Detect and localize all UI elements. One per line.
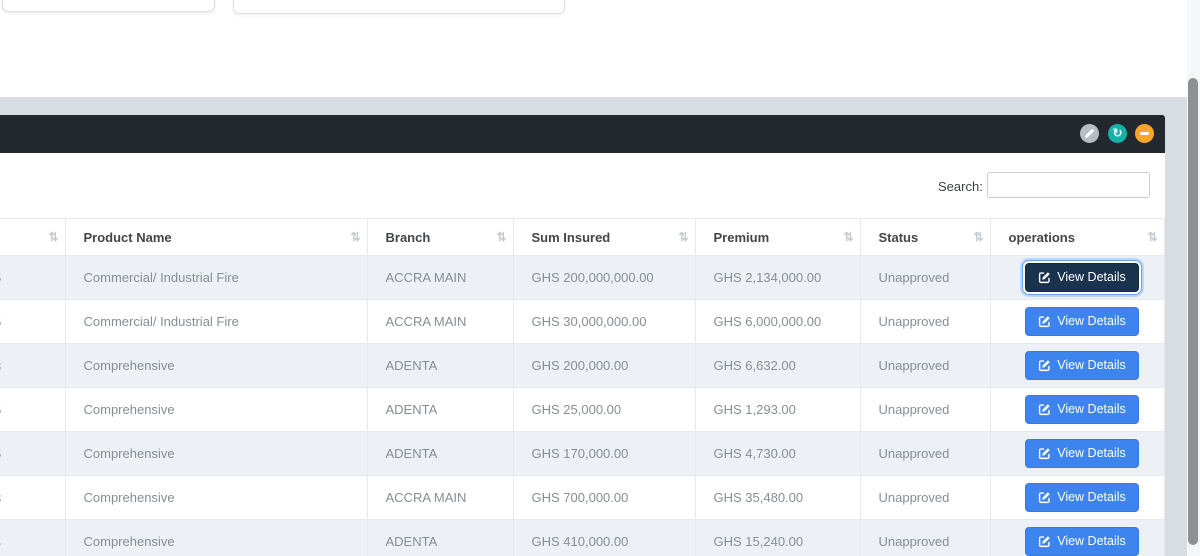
top-card-right [233,0,565,14]
column-header-branch[interactable]: Branch⇅ [367,219,513,256]
view-details-button[interactable]: View Details [1025,483,1139,512]
premium-cell: GHS 35,480.00 [695,476,860,520]
product-cell: Comprehensive [65,476,367,520]
table-row: 5 Commercial/ Industrial Fire ACCRA MAIN… [0,300,1164,344]
edit-icon [1038,315,1051,328]
refresh-glyph: ↻ [1112,127,1122,139]
sort-icon[interactable]: ⇅ [1147,230,1156,244]
branch-cell: ADENTA [367,388,513,432]
table-row: 3 Comprehensive ACCRA MAIN GHS 700,000.0… [0,476,1164,520]
sum-insured-cell: GHS 200,000,000.00 [513,256,695,300]
table-row: 4 Comprehensive ADENTA GHS 410,000.00 GH… [0,520,1164,556]
view-details-button[interactable]: View Details [1025,351,1139,380]
column-header-status[interactable]: Status⇅ [860,219,990,256]
view-details-button[interactable]: View Details [1025,439,1139,468]
status-cell: Unapproved [860,432,990,476]
premium-cell: GHS 2,134,000.00 [695,256,860,300]
edit-icon [1038,535,1051,548]
panel-header-bar: ↻ [0,115,1165,153]
view-details-button[interactable]: View Details [1025,307,1139,336]
product-cell: Comprehensive [65,344,367,388]
premium-cell: GHS 15,240.00 [695,520,860,556]
branch-cell: ACCRA MAIN [367,256,513,300]
sum-insured-cell: GHS 410,000.00 [513,520,695,556]
sum-insured-cell: GHS 170,000.00 [513,432,695,476]
sort-icon[interactable]: ⇅ [496,230,505,244]
status-cell: Unapproved [860,476,990,520]
edit-icon [1038,359,1051,372]
policy-id-cell: 3 [0,344,65,388]
sort-icon[interactable]: ⇅ [843,230,852,244]
premium-cell: GHS 6,632.00 [695,344,860,388]
table-row: 3 Comprehensive ADENTA GHS 200,000.00 GH… [0,344,1164,388]
branch-cell: ACCRA MAIN [367,300,513,344]
branch-cell: ACCRA MAIN [367,476,513,520]
sort-icon[interactable]: ⇅ [678,230,687,244]
search-label: Search: [938,179,983,194]
column-header-premium[interactable]: Premium⇅ [695,219,860,256]
policies-table: ⇅ Product Name⇅ Branch⇅ Sum Insured⇅ Pre… [0,218,1164,556]
edit-icon [1038,447,1051,460]
sort-icon[interactable]: ⇅ [350,230,359,244]
premium-cell: GHS 6,000,000.00 [695,300,860,344]
sum-insured-cell: GHS 30,000,000.00 [513,300,695,344]
status-cell: Unapproved [860,520,990,556]
top-card-left [2,0,215,12]
column-header-product-name[interactable]: Product Name⇅ [65,219,367,256]
search-input[interactable] [987,172,1150,198]
product-cell: Commercial/ Industrial Fire [65,256,367,300]
branch-cell: ADENTA [367,520,513,556]
table-row: 5 Comprehensive ADENTA GHS 170,000.00 GH… [0,432,1164,476]
status-cell: Unapproved [860,256,990,300]
premium-cell: GHS 1,293.00 [695,388,860,432]
column-header-operations[interactable]: operations⇅ [990,219,1164,256]
column-header-id[interactable]: ⇅ [0,219,65,256]
pencil-glyph [1085,129,1095,139]
collapse-icon[interactable] [1135,124,1154,143]
scrollbar-thumb[interactable] [1188,78,1198,545]
premium-cell: GHS 4,730.00 [695,432,860,476]
policy-id-cell: 5 [0,300,65,344]
view-details-button[interactable]: View Details [1025,263,1139,292]
product-cell: Comprehensive [65,388,367,432]
status-cell: Unapproved [860,300,990,344]
sum-insured-cell: GHS 25,000.00 [513,388,695,432]
refresh-icon[interactable]: ↻ [1108,124,1127,143]
edit-icon[interactable] [1080,124,1099,143]
column-header-sum-insured[interactable]: Sum Insured⇅ [513,219,695,256]
policy-id-cell: 5 [0,432,65,476]
product-cell: Comprehensive [65,432,367,476]
view-details-button[interactable]: View Details [1025,527,1139,556]
scrollbar-track [1187,0,1200,556]
sum-insured-cell: GHS 200,000.00 [513,344,695,388]
minus-glyph [1140,132,1149,135]
screen: ↻ Search: ⇅ Product Name⇅ Branch⇅ Sum In… [0,0,1200,556]
edit-icon [1038,403,1051,416]
sort-icon[interactable]: ⇅ [973,230,982,244]
table-header-row: ⇅ Product Name⇅ Branch⇅ Sum Insured⇅ Pre… [0,219,1164,256]
status-cell: Unapproved [860,388,990,432]
status-cell: Unapproved [860,344,990,388]
edit-icon [1038,491,1051,504]
policy-id-cell: 5 [0,388,65,432]
view-details-button[interactable]: View Details [1025,395,1139,424]
edit-icon [1038,271,1051,284]
branch-cell: ADENTA [367,344,513,388]
branch-cell: ADENTA [367,432,513,476]
product-cell: Comprehensive [65,520,367,556]
sum-insured-cell: GHS 700,000.00 [513,476,695,520]
product-cell: Commercial/ Industrial Fire [65,300,367,344]
table-row: 5 Commercial/ Industrial Fire ACCRA MAIN… [0,256,1164,300]
policy-id-cell: 4 [0,520,65,556]
table-row: 5 Comprehensive ADENTA GHS 25,000.00 GHS… [0,388,1164,432]
policy-id-cell: 3 [0,476,65,520]
sort-icon[interactable]: ⇅ [48,230,57,244]
policy-id-cell: 5 [0,256,65,300]
